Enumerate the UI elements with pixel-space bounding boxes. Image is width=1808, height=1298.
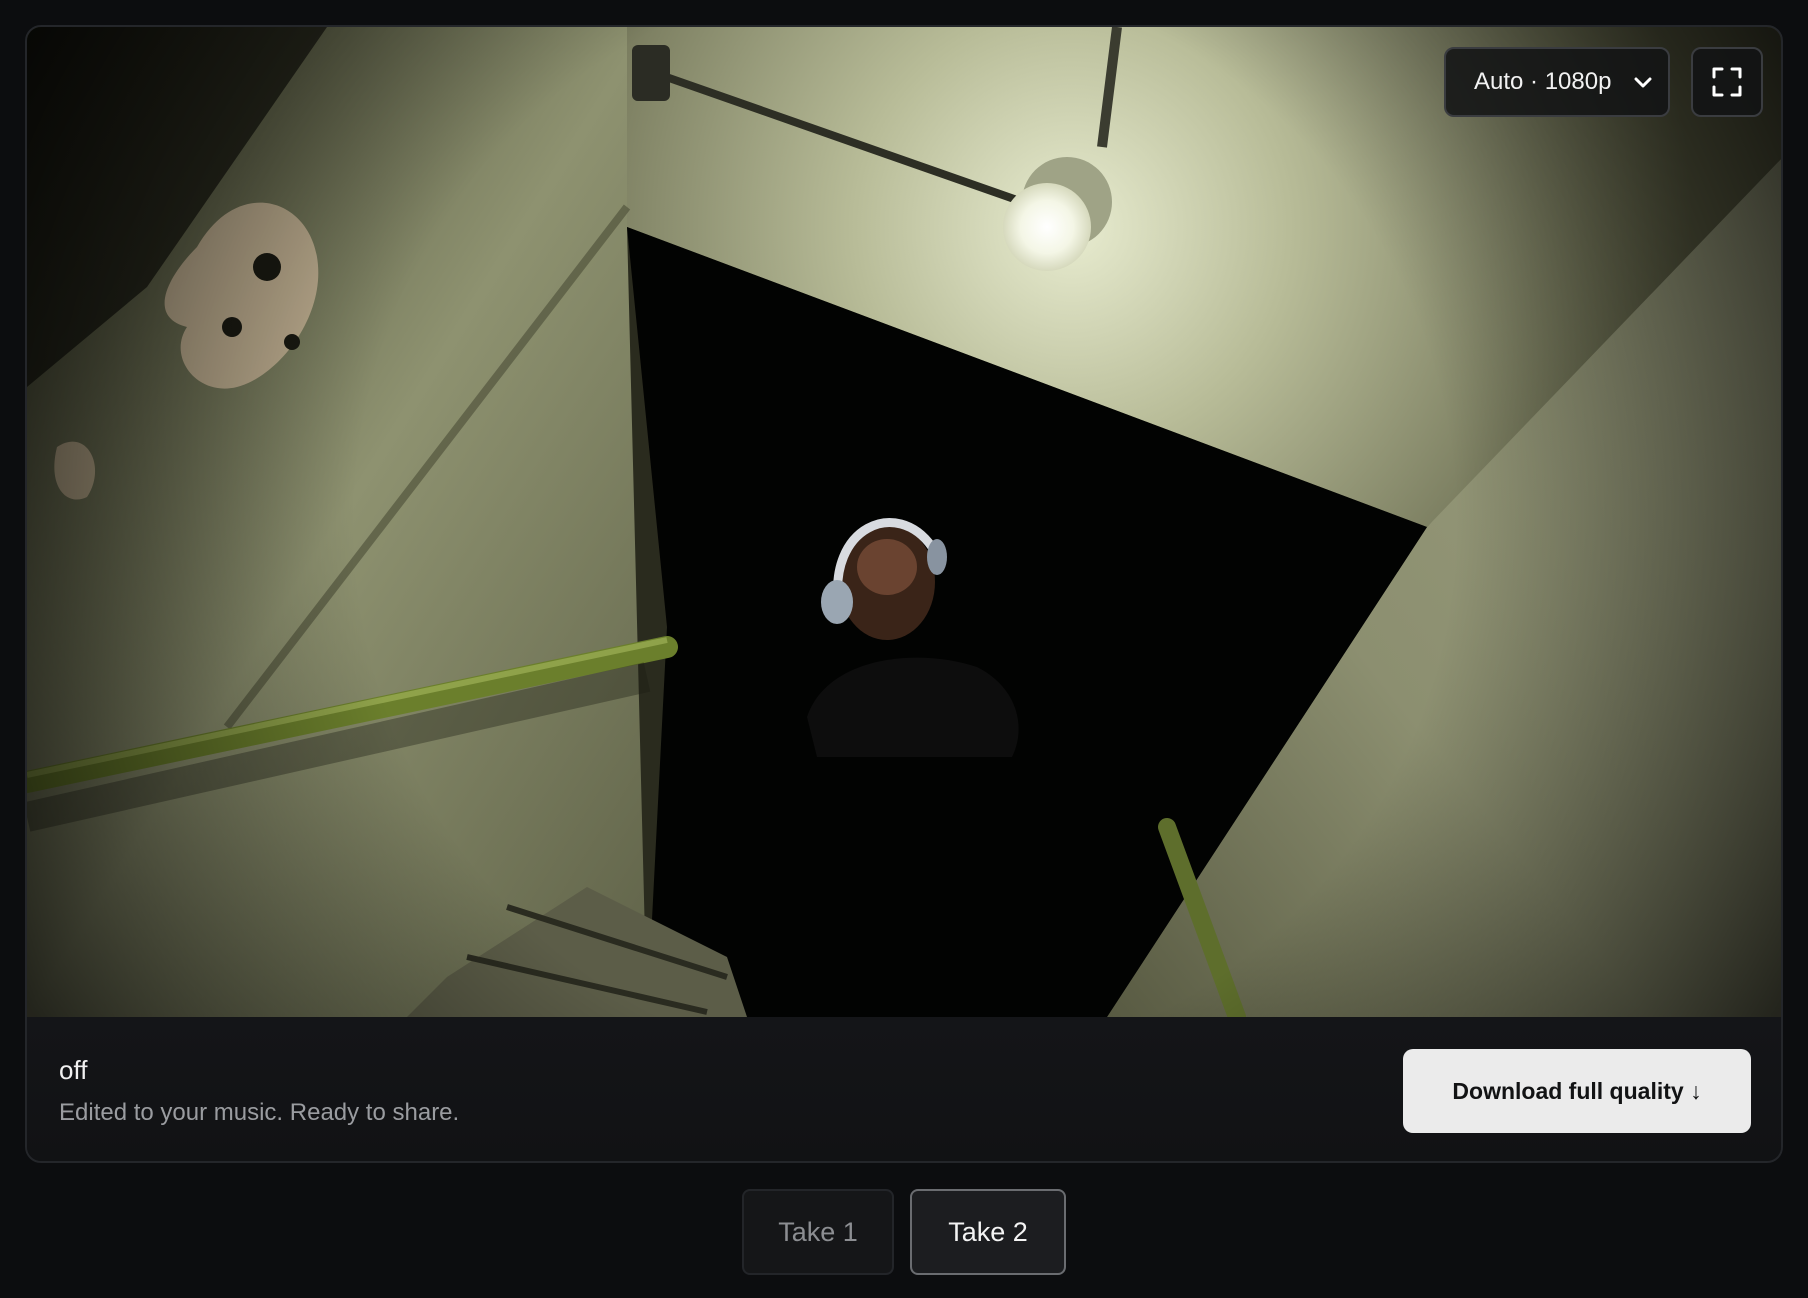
quality-label: Auto · 1080p [1474, 68, 1612, 95]
take-1-button[interactable]: Take 1 [742, 1189, 894, 1275]
take-selector: Take 1 Take 2 [742, 1189, 1066, 1275]
fullscreen-button[interactable] [1691, 47, 1763, 117]
video-card: Auto · 1080p off Edited to your music. R… [25, 25, 1783, 1163]
video-info: off Edited to your music. Ready to share… [27, 1017, 1781, 1161]
video-subtitle: Edited to your music. Ready to share. [59, 1099, 460, 1126]
fullscreen-icon [1712, 67, 1742, 97]
download-button[interactable]: Download full quality ↓ [1403, 1049, 1751, 1133]
video-title: off [59, 1055, 88, 1085]
chevron-down-icon [1634, 77, 1652, 88]
quality-select[interactable]: Auto · 1080p [1444, 47, 1670, 117]
take-2-button[interactable]: Take 2 [910, 1189, 1066, 1275]
video-player[interactable]: Auto · 1080p [27, 27, 1781, 1017]
video-frame [27, 27, 1781, 1017]
